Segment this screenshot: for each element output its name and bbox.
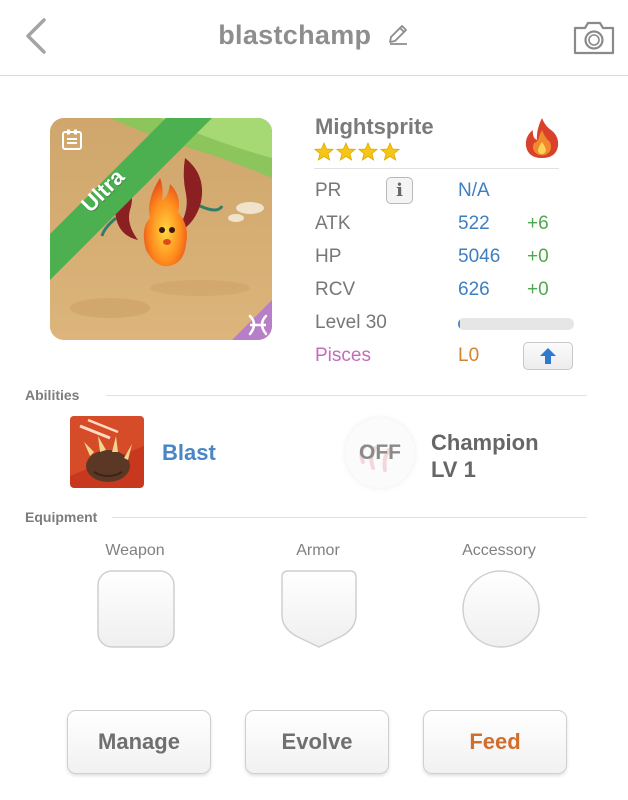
divider bbox=[314, 168, 559, 169]
divider bbox=[112, 517, 587, 518]
pencil-icon bbox=[388, 25, 407, 45]
stat-label-rcv: RCV bbox=[315, 279, 356, 300]
claw-icon bbox=[70, 416, 144, 488]
feed-button[interactable]: Feed bbox=[423, 710, 567, 774]
stat-label-hp: HP bbox=[315, 246, 342, 267]
armor-slot[interactable] bbox=[280, 569, 358, 654]
weapon-label: Weapon bbox=[105, 542, 165, 559]
accessory-label: Accessory bbox=[462, 542, 536, 559]
camera-button[interactable] bbox=[572, 20, 616, 56]
accessory-slot[interactable] bbox=[460, 569, 542, 656]
zodiac-level: L0 bbox=[458, 345, 480, 366]
star-icon bbox=[380, 142, 400, 161]
level-label: Level 30 bbox=[315, 312, 387, 333]
edit-name-button[interactable] bbox=[386, 22, 410, 46]
monster-name: Mightsprite bbox=[315, 114, 434, 139]
accessory-slot-icon bbox=[462, 570, 540, 648]
stat-value-hp: 5046 bbox=[458, 246, 501, 267]
manage-button[interactable]: Manage bbox=[67, 710, 211, 774]
stat-bonus-hp: +0 bbox=[527, 246, 549, 267]
level-progress-bar bbox=[458, 318, 574, 330]
title-container: blastchamp bbox=[0, 20, 628, 51]
armor-slot-icon bbox=[281, 570, 357, 648]
champion-title: Champion bbox=[431, 430, 539, 455]
stat-value-atk: 522 bbox=[458, 213, 490, 234]
monster-portrait[interactable]: Ultra bbox=[50, 118, 272, 340]
star-icon bbox=[336, 142, 356, 161]
stat-bonus-atk: +6 bbox=[527, 213, 549, 234]
evolve-button[interactable]: Evolve bbox=[245, 710, 389, 774]
stat-bonus-rcv: +0 bbox=[527, 279, 549, 300]
weapon-slot-icon bbox=[97, 570, 175, 648]
stat-value-rcv: 626 bbox=[458, 279, 490, 300]
ability-name[interactable]: Blast bbox=[162, 440, 216, 466]
star-rating bbox=[314, 142, 400, 162]
weapon-slot[interactable] bbox=[96, 569, 176, 654]
divider bbox=[106, 395, 587, 396]
pisces-icon bbox=[232, 300, 272, 340]
ability-icon[interactable] bbox=[70, 416, 144, 488]
page-title: blastchamp bbox=[218, 20, 372, 50]
star-icon bbox=[358, 142, 378, 161]
stat-label-atk: ATK bbox=[315, 213, 351, 234]
info-icon: i bbox=[396, 180, 403, 201]
star-icon bbox=[314, 142, 334, 161]
zodiac-upgrade-button[interactable] bbox=[523, 342, 573, 370]
stat-value-pr: N/A bbox=[458, 180, 490, 201]
arrow-up-icon bbox=[540, 348, 556, 364]
champion-toggle[interactable]: OFF bbox=[345, 418, 415, 488]
card-icon bbox=[60, 128, 84, 152]
level-progress-fill bbox=[458, 318, 461, 330]
fire-element-icon bbox=[523, 116, 561, 160]
toggle-state-text: OFF bbox=[359, 441, 401, 464]
stat-label-pr: PR bbox=[315, 180, 342, 201]
champion-level: LV 1 bbox=[431, 457, 476, 482]
equipment-section-title: Equipment bbox=[25, 509, 98, 525]
zodiac-label: Pisces bbox=[315, 345, 371, 366]
camera-icon bbox=[573, 21, 615, 55]
abilities-section-title: Abilities bbox=[25, 387, 80, 403]
top-bar: blastchamp bbox=[0, 0, 628, 76]
armor-label: Armor bbox=[296, 542, 340, 559]
pr-info-button[interactable]: i bbox=[386, 177, 413, 204]
